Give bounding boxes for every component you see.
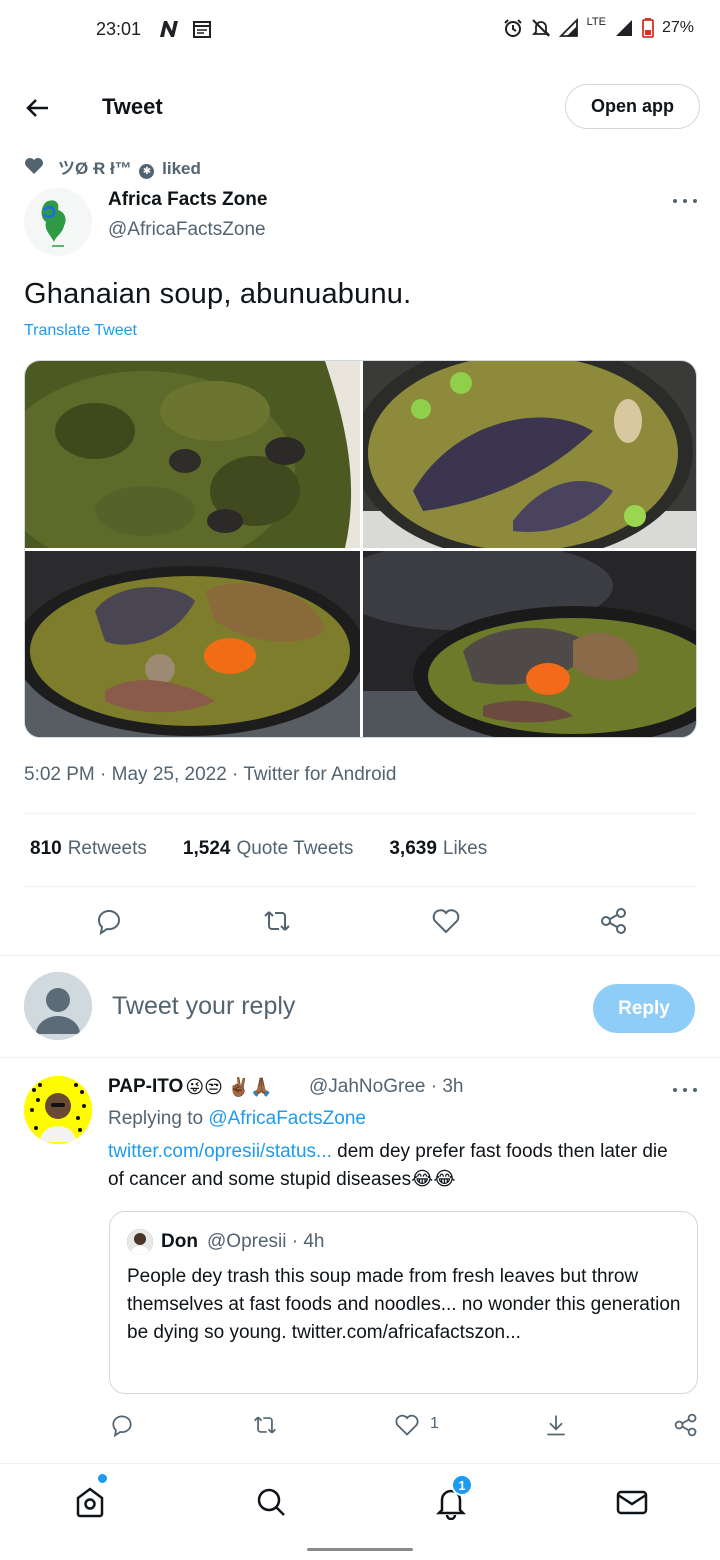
user-avatar bbox=[24, 972, 92, 1040]
retweet-icon bbox=[264, 911, 290, 931]
search-icon bbox=[257, 1488, 285, 1516]
reply-body: twitter.com/opresii/status... dem dey pr… bbox=[108, 1141, 668, 1190]
reply-link[interactable]: twitter.com/opresii/status... bbox=[108, 1141, 332, 1162]
tweet-action-bar bbox=[0, 898, 720, 944]
status-bar: 23:01 LTE 27% bbox=[0, 0, 720, 60]
like-action-button[interactable] bbox=[431, 906, 461, 936]
nav-messages[interactable] bbox=[614, 1484, 650, 1520]
reply-button[interactable]: Reply bbox=[593, 984, 695, 1033]
messages-icon bbox=[616, 1490, 648, 1515]
quote-body: People dey trash this soup made from fre… bbox=[127, 1266, 681, 1343]
reply-action-button[interactable] bbox=[94, 906, 124, 936]
bottom-nav bbox=[0, 1463, 720, 1535]
share-action-button[interactable] bbox=[599, 906, 629, 936]
reply-author-avatar[interactable] bbox=[24, 1076, 92, 1144]
download-icon bbox=[547, 1415, 565, 1436]
alarm-icon bbox=[503, 18, 523, 38]
reply-author-emojis: 😜😒 ✌🏾🙏🏾 bbox=[185, 1076, 273, 1097]
quote-tweets-stat[interactable]: 1,524 Quote Tweets bbox=[183, 838, 353, 860]
africa-facts-logo-icon bbox=[24, 188, 92, 256]
battery-icon bbox=[642, 18, 654, 38]
quote-author-meta: @Opresii · 4h bbox=[207, 1231, 325, 1252]
notifications-badge: 1 bbox=[451, 1474, 473, 1496]
tweet-timestamp[interactable]: 5:02 PM · May 25, 2022 · Twitter for And… bbox=[24, 764, 396, 786]
network-type: LTE bbox=[586, 16, 606, 28]
home-unread-dot bbox=[98, 1474, 107, 1483]
reply-download-button[interactable] bbox=[543, 1412, 569, 1438]
author-name[interactable]: Africa Facts Zone bbox=[108, 189, 267, 211]
header: Tweet Open app bbox=[0, 72, 720, 142]
signal-icon bbox=[558, 18, 579, 38]
author-avatar[interactable] bbox=[24, 188, 92, 256]
author-handle[interactable]: @AfricaFactsZone bbox=[108, 219, 266, 241]
divider bbox=[0, 955, 720, 956]
home-icon bbox=[76, 1487, 104, 1518]
share-icon bbox=[601, 908, 626, 934]
retweets-stat[interactable]: 810 Retweets bbox=[30, 838, 147, 860]
reply-input[interactable]: Tweet your reply bbox=[112, 992, 295, 1021]
reply-action-bar bbox=[0, 1408, 720, 1440]
mute-icon bbox=[531, 18, 551, 38]
retweet-action-button[interactable] bbox=[262, 906, 292, 936]
heart-icon bbox=[395, 1414, 419, 1436]
retweet-icon bbox=[253, 1416, 277, 1434]
media-grid bbox=[24, 360, 697, 738]
soup-photo-2[interactable] bbox=[363, 361, 697, 548]
default-avatar-icon bbox=[24, 972, 92, 1040]
status-time: 23:01 bbox=[96, 19, 142, 39]
signal-icon bbox=[614, 18, 634, 38]
reply-author-meta[interactable]: @JahNoGree · 3h bbox=[309, 1076, 463, 1098]
person-avatar-icon bbox=[127, 1229, 153, 1255]
reply-author-name[interactable]: PAP-ITO 😜😒 ✌🏾🙏🏾 bbox=[108, 1076, 273, 1098]
open-app-button[interactable]: Open app bbox=[565, 84, 700, 129]
social-context: ツØ Ɍ ł™ ✱ liked bbox=[24, 154, 201, 179]
divider bbox=[24, 886, 698, 887]
reply-more-options-button[interactable] bbox=[673, 1084, 697, 1096]
reply-comment-button[interactable] bbox=[109, 1412, 135, 1438]
soup-photo-1[interactable] bbox=[25, 361, 360, 548]
calendar-icon bbox=[192, 19, 212, 39]
quote-author-name: Don bbox=[161, 1231, 198, 1252]
nav-search[interactable] bbox=[253, 1484, 289, 1520]
liker-name[interactable]: ツØ Ɍ ł™ ✱ liked bbox=[58, 154, 201, 179]
reply-like-button[interactable] bbox=[394, 1412, 420, 1438]
soup-photo-4[interactable] bbox=[363, 551, 697, 738]
heart-icon bbox=[432, 909, 460, 934]
replying-to: Replying to @AfricaFactsZone bbox=[108, 1108, 366, 1129]
back-arrow-icon bbox=[26, 99, 48, 117]
quoted-tweet[interactable]: Don @Opresii · 4h People dey trash this … bbox=[109, 1211, 698, 1394]
divider bbox=[0, 1057, 720, 1058]
divider bbox=[24, 813, 698, 814]
reply-retweet-button[interactable] bbox=[252, 1412, 278, 1438]
quote-author-avatar bbox=[127, 1229, 153, 1255]
badge-icon: ✱ bbox=[139, 163, 155, 179]
battery-level: 27% bbox=[661, 19, 694, 36]
reply-share-button[interactable] bbox=[673, 1412, 699, 1438]
likes-stat[interactable]: 3,639 Likes bbox=[389, 838, 487, 860]
replying-to-handle[interactable]: @AfricaFactsZone bbox=[208, 1108, 366, 1129]
tweet-text: Ghanaian soup, abunuabunu. bbox=[24, 278, 412, 310]
reply-like-count: 1 bbox=[430, 1415, 439, 1432]
snapcode-avatar-icon bbox=[24, 1076, 92, 1144]
share-icon bbox=[674, 1413, 697, 1437]
back-button[interactable] bbox=[22, 92, 54, 124]
tweet-stats: 810 Retweets 1,524 Quote Tweets 3,639 Likes bbox=[30, 838, 487, 860]
page-title: Tweet bbox=[102, 94, 163, 119]
comment-icon bbox=[98, 910, 121, 936]
soup-photo-3[interactable] bbox=[25, 551, 360, 738]
nav-home[interactable] bbox=[72, 1484, 108, 1520]
comment-icon bbox=[112, 1415, 132, 1438]
more-options-button[interactable] bbox=[673, 195, 697, 207]
home-indicator bbox=[307, 1548, 413, 1551]
n-icon bbox=[158, 19, 182, 39]
heart-filled-icon bbox=[25, 158, 43, 174]
translate-tweet-link[interactable]: Translate Tweet bbox=[24, 322, 137, 340]
